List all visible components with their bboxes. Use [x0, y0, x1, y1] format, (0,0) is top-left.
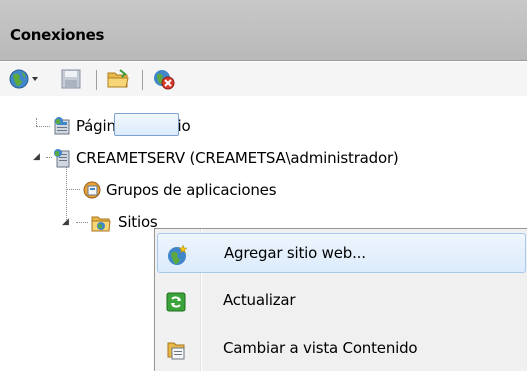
context-menu: Agregar sitio web... Actualizar Cambiar …	[154, 228, 527, 371]
disconnect-icon[interactable]	[152, 68, 176, 90]
panel-title: Conexiones	[10, 26, 105, 44]
menu-item-label: Agregar sitio web...	[224, 244, 366, 262]
tree-connector	[36, 126, 50, 127]
connections-header: Conexiones	[0, 0, 527, 61]
menu-item-content-view[interactable]: Cambiar a vista Contenido	[157, 329, 526, 369]
menu-item-label: Cambiar a vista Contenido	[223, 339, 418, 357]
globe-dropdown-icon[interactable]	[8, 68, 42, 90]
collapse-arrow-icon[interactable]: ◢	[62, 217, 69, 227]
tree-node-label: Grupos de aplicaciones	[106, 181, 277, 199]
selection-highlight	[114, 113, 179, 136]
add-site-icon	[166, 244, 188, 266]
tree-connector	[76, 222, 88, 223]
folder-icon[interactable]	[106, 68, 130, 90]
tree-connector	[66, 189, 80, 190]
toolbar-separator	[96, 70, 97, 90]
tree-connector	[36, 118, 37, 126]
sites-folder-icon	[91, 213, 111, 232]
toolbar-separator	[142, 70, 143, 90]
home-page-icon	[52, 116, 70, 135]
server-icon	[52, 148, 70, 168]
menu-item-add-site[interactable]: Agregar sitio web...	[157, 233, 526, 273]
connections-toolbar	[0, 62, 527, 96]
refresh-icon	[165, 291, 187, 313]
menu-item-label: Actualizar	[223, 291, 296, 309]
content-view-icon	[165, 339, 187, 361]
menu-item-refresh[interactable]: Actualizar	[157, 281, 526, 321]
app-pools-icon	[82, 180, 101, 199]
tree-connector	[66, 167, 67, 222]
tree-node-label: CREAMETSERV (CREAMETSA\administrador)	[76, 149, 399, 167]
collapse-arrow-icon[interactable]: ◢	[33, 152, 40, 162]
save-icon[interactable]	[60, 68, 82, 90]
tree-node-label: Sitios	[118, 213, 158, 231]
